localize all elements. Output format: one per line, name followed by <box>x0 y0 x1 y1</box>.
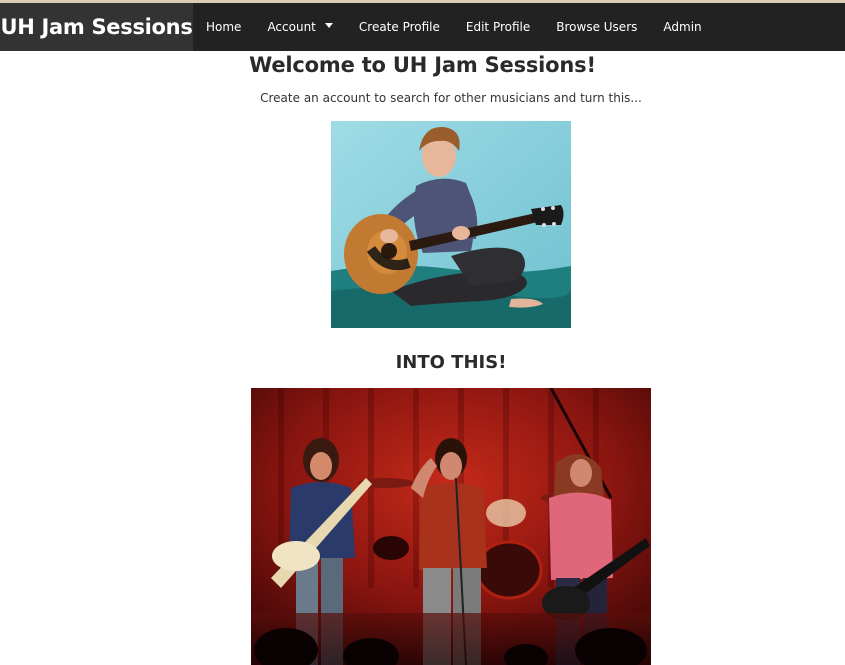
page-subtitle: Create an account to search for other mu… <box>260 91 642 105</box>
nav-item-browse-users[interactable]: Browse Users <box>543 3 650 51</box>
nav-item-edit-profile[interactable]: Edit Profile <box>453 3 543 51</box>
caret-down-icon <box>324 22 333 28</box>
nav-item-label: Admin <box>663 20 702 34</box>
nav-item-label: Create Profile <box>358 20 440 34</box>
brand-logo[interactable]: UH Jam Sessions <box>0 3 193 51</box>
nav-item-label: Edit Profile <box>465 20 531 34</box>
into-this-heading: INTO THIS! <box>395 352 507 373</box>
page-title: Welcome to UH Jam Sessions! <box>249 53 596 77</box>
nav-menu: Home Account Create Profile Edit Profile… <box>193 3 715 51</box>
nav-item-label: Account <box>267 20 316 34</box>
navbar: UH Jam Sessions Home Account Create Prof… <box>0 3 845 51</box>
nav-item-account[interactable]: Account <box>254 3 345 51</box>
nav-item-label: Home <box>206 20 242 34</box>
nav-item-create-profile[interactable]: Create Profile <box>346 3 453 51</box>
nav-item-admin[interactable]: Admin <box>650 3 714 51</box>
nav-item-label: Browse Users <box>556 20 638 34</box>
solo-guitarist-image <box>331 121 571 328</box>
band-on-stage-image <box>251 388 651 665</box>
nav-item-home[interactable]: Home <box>193 3 254 51</box>
